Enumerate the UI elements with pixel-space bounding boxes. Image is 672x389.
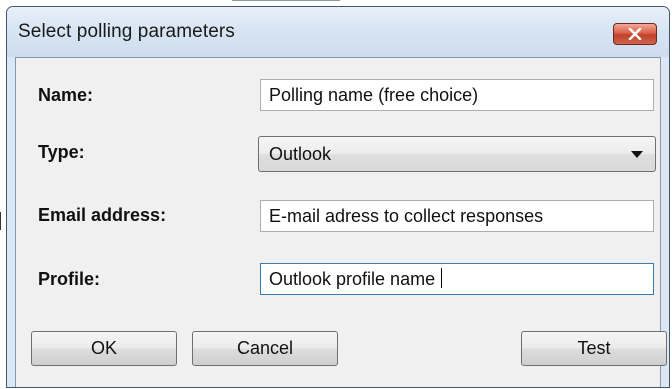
cancel-button[interactable]: Cancel: [192, 331, 338, 366]
type-label: Type:: [38, 142, 85, 162]
email-field[interactable]: E-mail adress to collect responses: [260, 200, 654, 232]
ok-button[interactable]: OK: [31, 331, 177, 366]
polling-parameters-dialog: Select polling parameters Name: Polling …: [6, 6, 670, 388]
email-label: Email address:: [38, 205, 167, 225]
profile-field-text: Outlook profile name: [269, 269, 436, 289]
dialog-body: Name: Polling name (free choice) Type: O…: [15, 57, 667, 387]
chevron-down-icon: [631, 151, 643, 158]
dialog-title: Select polling parameters: [18, 21, 235, 42]
title-bar[interactable]: Select polling parameters: [7, 7, 669, 57]
profile-field[interactable]: Outlook profile name: [260, 263, 654, 295]
test-button[interactable]: Test: [521, 331, 667, 366]
close-icon: [628, 28, 642, 40]
name-label: Name:: [38, 85, 94, 105]
text-caret: [441, 268, 443, 288]
close-button[interactable]: [613, 23, 657, 45]
type-selected-value: Outlook: [269, 144, 332, 164]
profile-label: Profile:: [38, 269, 101, 289]
type-select[interactable]: Outlook: [258, 136, 656, 172]
name-field[interactable]: Polling name (free choice): [260, 79, 654, 111]
